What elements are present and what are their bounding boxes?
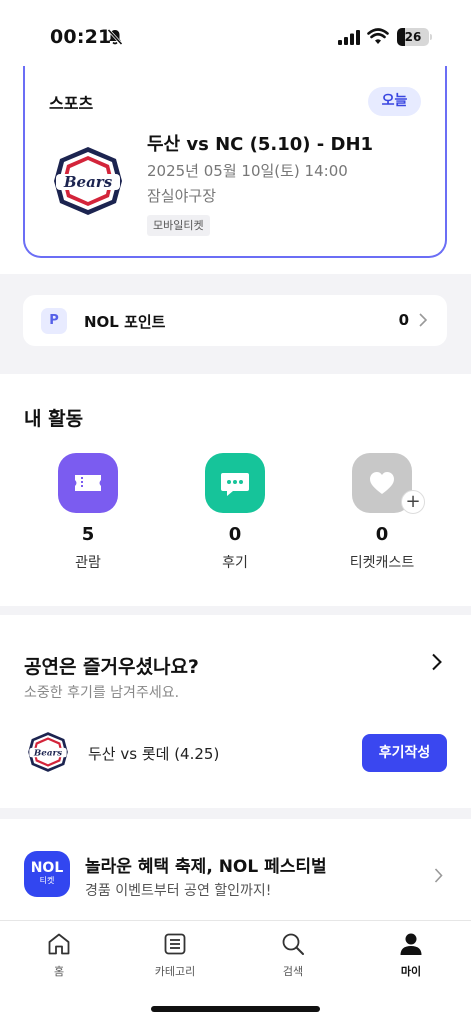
- ticket-title: 두산 vs NC (5.10) - DH1: [147, 134, 374, 155]
- tab-search[interactable]: 검색: [248, 931, 338, 991]
- ticketcast-label: 티켓캐스트: [349, 555, 415, 571]
- ticket-venue: 잠실야구장: [147, 187, 217, 205]
- logo-text: Bears: [63, 173, 113, 191]
- write-review-button[interactable]: 후기작성: [362, 734, 447, 772]
- ticket-datetime: 2025년 05월 10일(토) 14:00: [147, 162, 348, 180]
- activity-attend[interactable]: 5 관람: [28, 453, 148, 573]
- signal-icon: [338, 30, 360, 45]
- activity-review[interactable]: 0 후기: [175, 453, 295, 573]
- point-label: NOL 포인트: [84, 313, 166, 331]
- point-p-icon: P: [41, 308, 67, 334]
- battery-level: 26: [404, 30, 422, 44]
- wifi-icon: [367, 28, 389, 44]
- search-icon: [282, 933, 304, 955]
- chevron-right-icon[interactable]: [431, 653, 442, 671]
- banner-subtitle: 경품 이벤트부터 공연 할인까지!: [85, 883, 272, 899]
- list-icon: [164, 933, 186, 955]
- chevron-right-icon: [434, 868, 443, 883]
- nol-festival-banner[interactable]: NOL 티켓 놀라운 혜택 축제, NOL 페스티벌 경품 이벤트부터 공연 할…: [0, 819, 471, 920]
- tab-category[interactable]: 카테고리: [130, 931, 220, 991]
- activity-title: 내 활동: [24, 408, 84, 430]
- chevron-right-icon: [419, 313, 427, 327]
- point-value: 0: [398, 311, 409, 329]
- tab-home[interactable]: 홈: [14, 931, 104, 991]
- person-icon: [400, 933, 422, 955]
- battery-icon: 26: [397, 28, 432, 46]
- activity-ticketcast[interactable]: + 0 티켓캐스트: [322, 453, 442, 573]
- ticket-icon: [58, 453, 118, 513]
- banner-title: 놀라운 혜택 축제, NOL 페스티벌: [85, 857, 327, 877]
- bears-logo-small-icon: Bears: [28, 732, 68, 772]
- home-icon: [48, 933, 70, 955]
- plus-icon: +: [401, 490, 425, 514]
- chat-icon: [205, 453, 265, 513]
- logo-top-text: NOL: [30, 860, 64, 876]
- tab-category-label: 카테고리: [154, 965, 196, 978]
- review-count: 0: [228, 524, 242, 545]
- home-indicator[interactable]: [151, 1006, 320, 1012]
- nol-point-card[interactable]: P NOL 포인트 0: [23, 295, 447, 346]
- review-game-title: 두산 vs 롯데 (4.25): [88, 745, 220, 763]
- review-prompt-subtitle: 소중한 후기를 남겨주세요.: [24, 685, 180, 701]
- tab-my-label: 마이: [400, 965, 422, 978]
- logo-text: Bears: [33, 749, 62, 759]
- my-activity-section: 내 활동 5 관람 0 후기 + 0 티켓캐스트: [0, 374, 471, 606]
- tab-search-label: 검색: [282, 965, 304, 978]
- ticket-type-tag: 모바일티켓: [147, 215, 210, 236]
- review-prompt-title[interactable]: 공연은 즐거우셨나요?: [24, 652, 199, 679]
- logo-bottom-text: 티켓: [39, 876, 55, 885]
- bell-muted-icon: [107, 28, 123, 46]
- bears-logo-icon: Bears: [54, 147, 122, 215]
- tab-home-label: 홈: [53, 965, 65, 978]
- status-bar: 00:21 26: [0, 0, 471, 72]
- ticketcast-count: 0: [375, 524, 389, 545]
- review-label: 후기: [222, 555, 248, 571]
- attend-count: 5: [81, 524, 95, 545]
- tab-my[interactable]: 마이: [366, 931, 456, 991]
- nol-ticket-logo-icon: NOL 티켓: [24, 851, 70, 897]
- today-badge: 오늘: [368, 87, 421, 116]
- attend-label: 관람: [75, 555, 101, 571]
- status-time: 00:21: [50, 26, 112, 48]
- review-prompt-section: 공연은 즐거우셨나요? 소중한 후기를 남겨주세요. Bears 두산 vs 롯…: [0, 615, 471, 808]
- ticket-category: 스포츠: [49, 94, 94, 113]
